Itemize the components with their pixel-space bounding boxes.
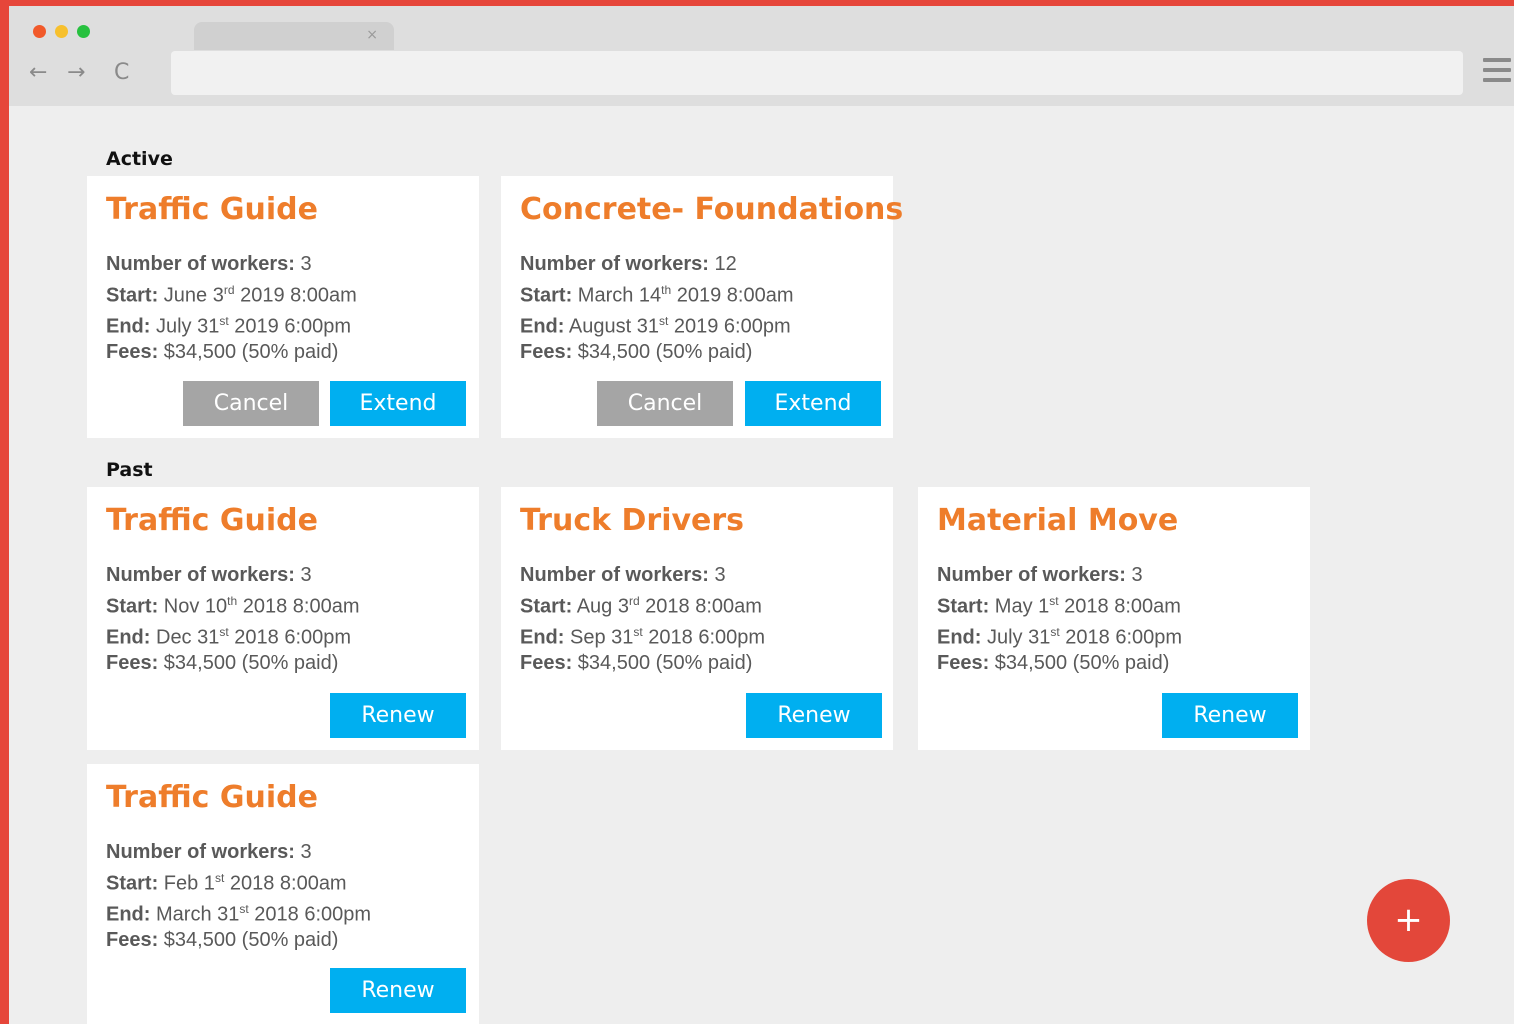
add-button[interactable]: + <box>1367 879 1450 962</box>
fees-row: Fees: $34,500 (50% paid) <box>106 651 339 674</box>
url-bar[interactable] <box>171 51 1463 95</box>
reload-icon[interactable]: C <box>114 60 129 85</box>
cancel-button[interactable]: Cancel <box>183 381 319 426</box>
start-row: Start: March 14th 2019 8:00am <box>520 282 794 307</box>
end-row: End: July 31st 2018 6:00pm <box>937 624 1183 649</box>
past-card: Truck Drivers Number of workers: 3 Start… <box>501 487 893 750</box>
close-icon[interactable]: × <box>366 27 378 43</box>
past-card: Material Move Number of workers: 3 Start… <box>918 487 1310 750</box>
card-title: Traffic Guide <box>106 192 318 227</box>
plus-icon: + <box>1394 900 1423 940</box>
extend-button[interactable]: Extend <box>745 381 881 426</box>
forward-arrow-icon[interactable]: → <box>67 60 85 85</box>
fees-row: Fees: $34,500 (50% paid) <box>520 651 753 674</box>
card-details: Number of workers: 3 Start: May 1st 2018… <box>937 563 1182 676</box>
workers-row: Number of workers: 12 <box>520 253 737 275</box>
active-card: Traffic Guide Number of workers: 3 Start… <box>87 176 479 438</box>
active-card: Concrete- Foundations Number of workers:… <box>501 176 903 438</box>
card-title: Truck Drivers <box>520 503 745 538</box>
card-title: Traffic Guide <box>106 780 318 815</box>
workers-row: Number of workers: 3 <box>106 841 312 863</box>
hamburger-menu-icon[interactable] <box>1483 58 1511 88</box>
card-title: Material Move <box>937 503 1179 538</box>
end-row: End: March 31st 2018 6:00pm <box>106 901 372 926</box>
browser-tab[interactable]: × <box>194 22 394 50</box>
browser-window: × ← → C Active Traffic Guide Number of w… <box>9 6 1514 1024</box>
start-row: Start: May 1st 2018 8:00am <box>937 593 1181 618</box>
workers-row: Number of workers: 3 <box>106 253 312 275</box>
end-row: End: Dec 31st 2018 6:00pm <box>106 624 352 649</box>
past-card: Traffic Guide Number of workers: 3 Start… <box>87 764 479 1024</box>
card-title: Concrete- Foundations <box>520 192 904 227</box>
workers-row: Number of workers: 3 <box>937 564 1143 586</box>
section-label-active: Active <box>106 148 173 170</box>
window-minimize-dot[interactable] <box>55 25 68 38</box>
section-label-past: Past <box>106 459 153 481</box>
fees-row: Fees: $34,500 (50% paid) <box>106 340 339 363</box>
renew-button[interactable]: Renew <box>330 968 466 1013</box>
workers-row: Number of workers: 3 <box>520 564 726 586</box>
start-row: Start: Feb 1st 2018 8:00am <box>106 870 347 895</box>
start-row: Start: June 3rd 2019 8:00am <box>106 282 357 307</box>
card-title: Traffic Guide <box>106 503 318 538</box>
renew-button[interactable]: Renew <box>330 693 466 738</box>
back-arrow-icon[interactable]: ← <box>29 60 47 85</box>
card-details: Number of workers: 12 Start: March 14th … <box>520 252 794 365</box>
renew-button[interactable]: Renew <box>746 693 882 738</box>
renew-button[interactable]: Renew <box>1162 693 1298 738</box>
card-details: Number of workers: 3 Start: Feb 1st 2018… <box>106 840 371 953</box>
fees-row: Fees: $34,500 (50% paid) <box>106 928 339 951</box>
fees-row: Fees: $34,500 (50% paid) <box>937 651 1170 674</box>
card-details: Number of workers: 3 Start: Nov 10th 201… <box>106 563 360 676</box>
card-details: Number of workers: 3 Start: June 3rd 201… <box>106 252 357 365</box>
extend-button[interactable]: Extend <box>330 381 466 426</box>
cancel-button[interactable]: Cancel <box>597 381 733 426</box>
start-row: Start: Aug 3rd 2018 8:00am <box>520 593 762 618</box>
browser-chrome: × ← → C <box>9 6 1514 106</box>
fees-row: Fees: $34,500 (50% paid) <box>520 340 753 363</box>
card-details: Number of workers: 3 Start: Aug 3rd 2018… <box>520 563 765 676</box>
end-row: End: July 31st 2019 6:00pm <box>106 313 352 338</box>
window-maximize-dot[interactable] <box>77 25 90 38</box>
end-row: End: Sep 31st 2018 6:00pm <box>520 624 766 649</box>
past-card: Traffic Guide Number of workers: 3 Start… <box>87 487 479 750</box>
window-close-dot[interactable] <box>33 25 46 38</box>
start-row: Start: Nov 10th 2018 8:00am <box>106 593 360 618</box>
end-row: End: August 31st 2019 6:00pm <box>520 313 791 338</box>
workers-row: Number of workers: 3 <box>106 564 312 586</box>
